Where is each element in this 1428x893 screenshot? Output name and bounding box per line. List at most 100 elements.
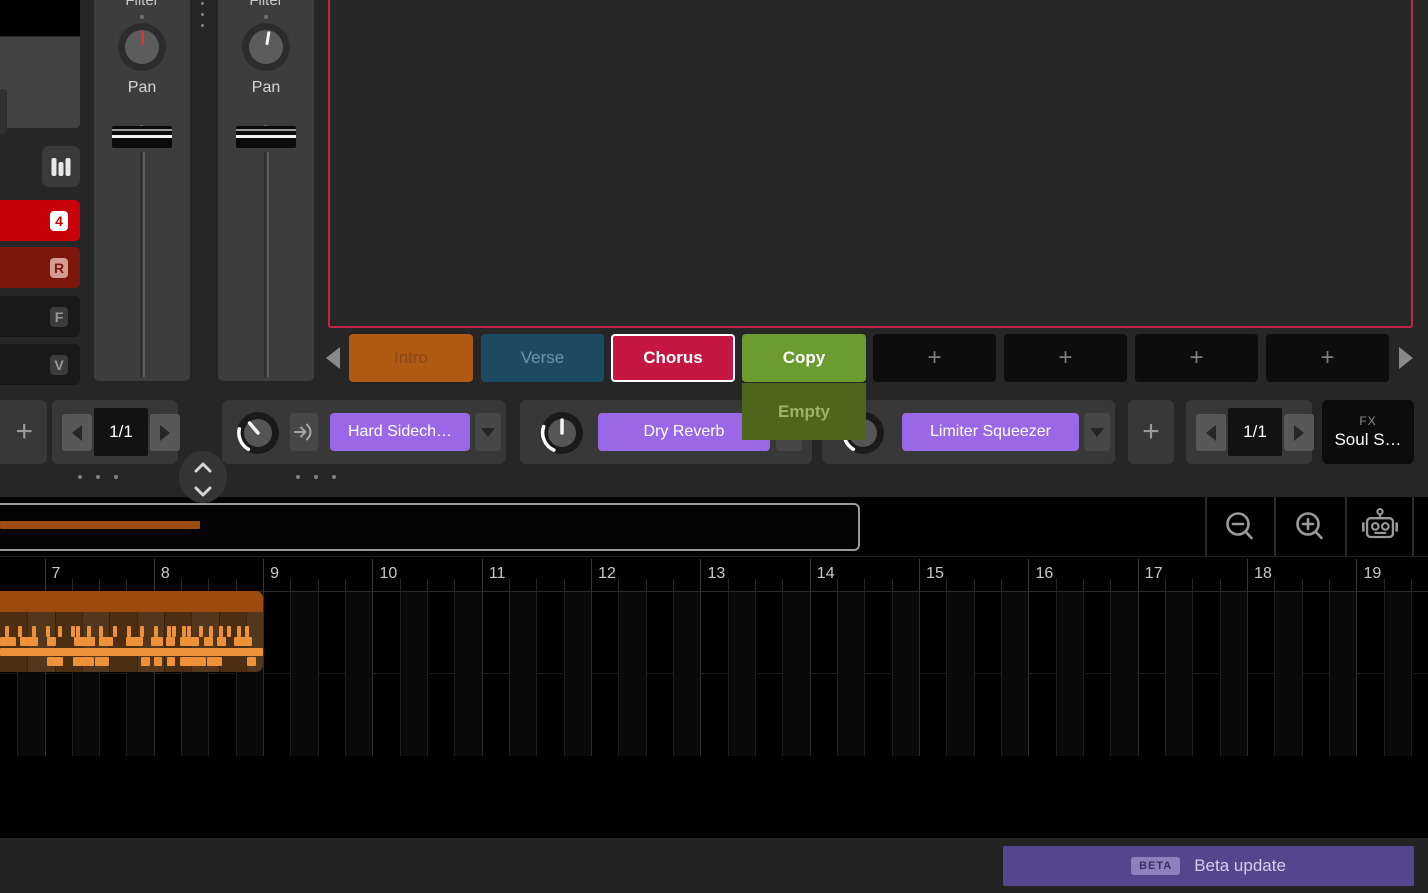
grid-line: [1083, 592, 1084, 756]
fx-pager-left-prev-button[interactable]: [62, 414, 92, 451]
ruler-bar-line: [700, 559, 701, 593]
ai-assistant-button[interactable]: [1347, 497, 1413, 556]
fx-slot-1-dropdown-button[interactable]: [475, 413, 501, 451]
fx-pager-left-value: 1/1: [94, 408, 148, 456]
ruler-beat-tick: [673, 579, 674, 593]
robot-icon: [1360, 507, 1400, 547]
beta-update-button[interactable]: BETA Beta update: [1003, 846, 1414, 886]
sections-scroll-left-icon[interactable]: [326, 347, 340, 369]
fx-pager-right-prev-button[interactable]: [1196, 414, 1226, 451]
ruler-bar-line: [263, 559, 264, 593]
volume-fader-handle[interactable]: [112, 126, 172, 148]
section-button-intro[interactable]: Intro: [349, 334, 473, 382]
ruler-beat-tick: [536, 579, 537, 593]
track-badge-f: F: [50, 307, 68, 327]
knob-pointer-wrap: [118, 23, 166, 71]
midi-note: [217, 637, 226, 646]
add-fx-button-left[interactable]: +: [0, 400, 47, 464]
overview-range-handle[interactable]: [0, 521, 200, 529]
fx-bank-button[interactable]: FX Soul S…: [1322, 400, 1414, 464]
panel-drag-dots-left[interactable]: [78, 475, 118, 481]
midi-clip[interactable]: [0, 591, 263, 672]
ruler-beat-tick: [1384, 579, 1385, 593]
filter-knob[interactable]: [242, 23, 290, 71]
grid-beat-shade: [728, 592, 755, 756]
piano-roll-button[interactable]: [42, 146, 80, 187]
midi-note: [113, 626, 117, 637]
ruler-bar-number: 7: [52, 565, 61, 583]
midi-note: [172, 626, 176, 637]
menu-item-copy[interactable]: Copy: [742, 334, 866, 382]
zoom-out-button[interactable]: [1207, 497, 1273, 556]
ruler-bar-line: [1138, 559, 1139, 593]
grid-beat-shade: [782, 592, 809, 756]
add-section-button[interactable]: +: [873, 334, 996, 382]
grid-beat-shade: [946, 592, 973, 756]
ruler-beat-tick: [1411, 579, 1412, 593]
track-button-r[interactable]: R: [0, 247, 80, 288]
grid-line: [673, 592, 674, 756]
ruler-beat-tick: [454, 579, 455, 593]
fx-knob-2[interactable]: [540, 411, 584, 455]
midi-note: [207, 657, 222, 666]
sidechain-input-button[interactable]: [290, 413, 318, 451]
sections-scroll-right-icon[interactable]: [1399, 347, 1413, 369]
filter-knob[interactable]: [118, 23, 166, 71]
fx-knob-1[interactable]: [236, 411, 280, 455]
ruler-bar-line: [810, 559, 811, 593]
grid-beat-shade: [1056, 592, 1083, 756]
fx-slot-1-name-button[interactable]: Hard Sidech…: [330, 413, 470, 451]
song-sections-row: IntroVerseChorus++++: [0, 334, 1428, 382]
knob-pointer: [141, 31, 144, 45]
midi-clip-body: [0, 612, 263, 672]
fx-slot-3-name-button[interactable]: Limiter Squeezer: [902, 413, 1079, 451]
channel-drag-handle[interactable]: [199, 2, 205, 32]
fader-handle-line: [112, 129, 172, 131]
section-button-verse[interactable]: Verse: [481, 334, 604, 382]
timeline-overview-scrollbar[interactable]: [0, 503, 860, 551]
selected-section-panel: [328, 0, 1413, 328]
magnifier-plus-icon: [1291, 508, 1329, 546]
zoom-in-button[interactable]: [1277, 497, 1343, 556]
midi-note: [182, 626, 186, 637]
add-section-button[interactable]: +: [1266, 334, 1389, 382]
midi-note: [154, 657, 162, 666]
track-button-f[interactable]: F: [0, 296, 80, 337]
track-button-4[interactable]: 4: [0, 200, 80, 241]
midi-note: [167, 626, 171, 637]
fader-handle-line: [112, 135, 172, 138]
ruler-bar-line: [591, 559, 592, 593]
volume-fader-handle[interactable]: [236, 126, 296, 148]
panel-collapse-tab[interactable]: [179, 451, 227, 503]
grid-line: [400, 592, 401, 756]
midi-note: [245, 626, 249, 637]
grid-beat-shade: [509, 592, 536, 756]
ruler-bar-number: 13: [707, 565, 725, 583]
add-fx-button-right[interactable]: +: [1128, 400, 1174, 464]
add-section-button[interactable]: +: [1004, 334, 1127, 382]
section-button-chorus[interactable]: Chorus: [611, 334, 735, 382]
grid-beat-shade: [1329, 592, 1356, 756]
grid-line: [1384, 592, 1385, 756]
fx-pager-right-next-button[interactable]: [1284, 414, 1314, 451]
ruler-beat-tick: [509, 579, 510, 593]
midi-clip-header[interactable]: [0, 591, 263, 612]
triangle-right-icon: [1294, 425, 1304, 441]
grid-beat-shade: [454, 592, 481, 756]
ruler-bar-line: [919, 559, 920, 593]
panel-drag-dots-right[interactable]: [296, 475, 336, 481]
timeline-ruler[interactable]: 78910111213141516171819: [0, 556, 1428, 592]
grid-line: [454, 592, 455, 756]
grid-line: [509, 592, 510, 756]
midi-note: [71, 626, 75, 637]
fx-pager-left-next-button[interactable]: [150, 414, 180, 451]
ruler-bar-number: 15: [926, 565, 944, 583]
triangle-left-icon: [1206, 425, 1216, 441]
midi-note: [199, 626, 203, 637]
fx-slot-3-dropdown-button[interactable]: [1084, 413, 1110, 451]
menu-item-empty[interactable]: Empty: [742, 383, 866, 440]
clip-grid-line: [164, 612, 165, 672]
grid-beat-shade: [1220, 592, 1247, 756]
grid-line: [482, 592, 483, 756]
add-section-button[interactable]: +: [1135, 334, 1258, 382]
